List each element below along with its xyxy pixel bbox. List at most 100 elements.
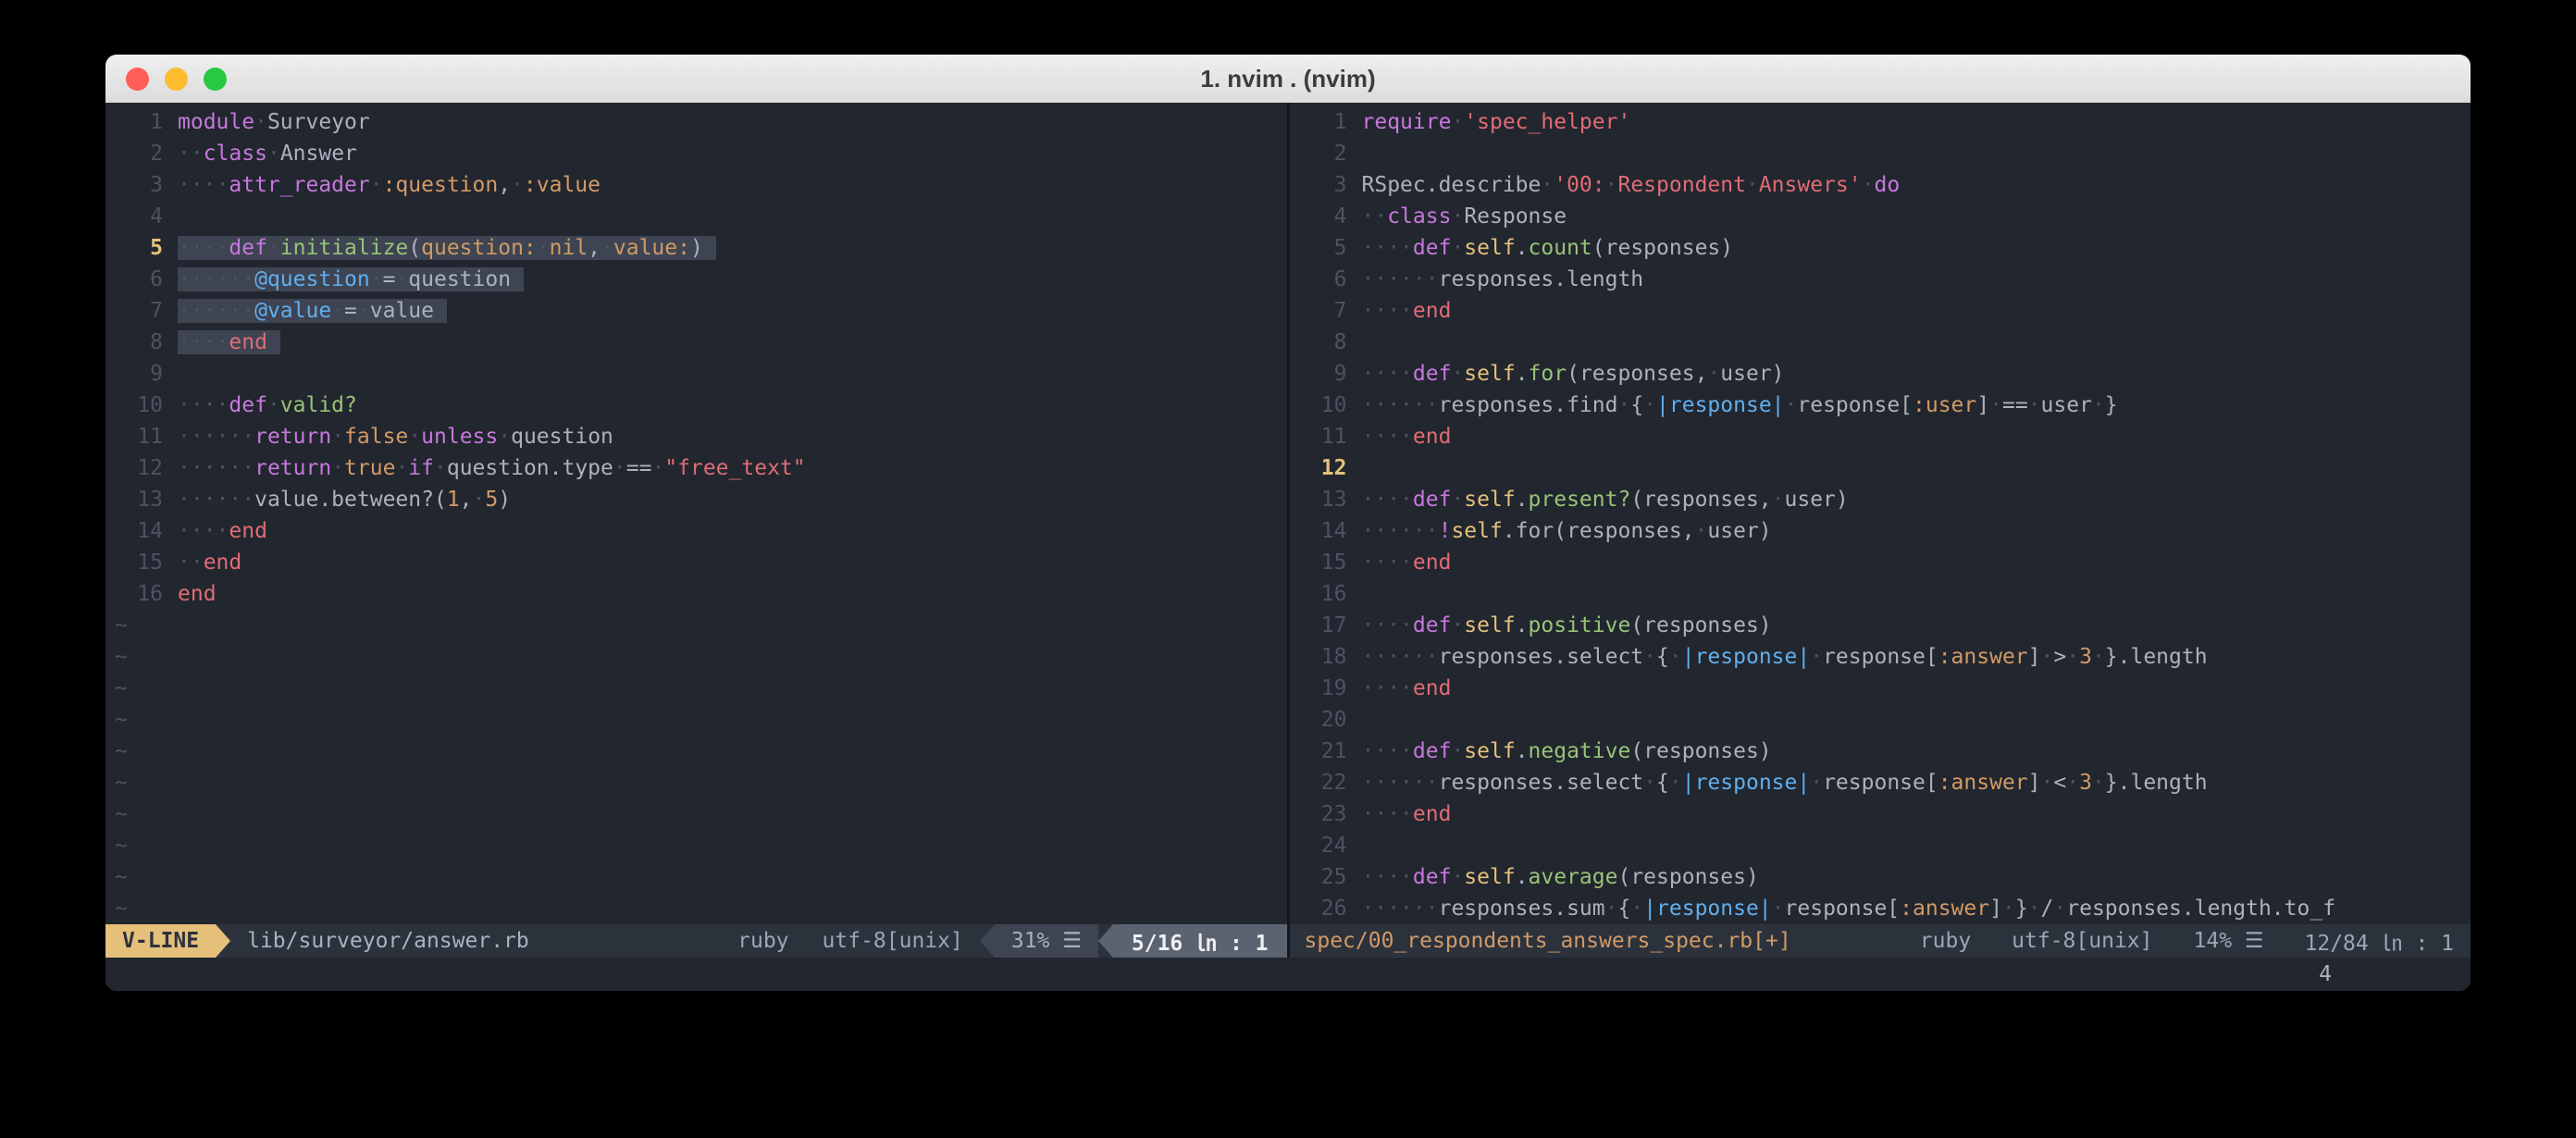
code-line[interactable]: 9	[105, 358, 1287, 390]
code-line[interactable]: 6······@question·=·question	[105, 264, 1287, 295]
code-line[interactable]: 7······@value·=·value	[105, 295, 1287, 327]
code-text: ····def·valid?	[178, 393, 357, 417]
cursor-position-left: 5/16 ㏑ : 1	[1113, 924, 1287, 958]
tilde-marker: ~	[105, 802, 128, 826]
code-line[interactable]: 4··class·Response	[1290, 201, 2471, 232]
code-line[interactable]: 7····end	[1290, 295, 2471, 327]
code-text: ······@value·=·value	[178, 299, 447, 323]
code-line[interactable]: 14······!self.for(responses,·user)	[1290, 515, 2471, 547]
code-text: ······responses.length	[1362, 267, 1644, 291]
line-number: 15	[1290, 547, 1362, 578]
line-number: 4	[105, 201, 178, 232]
code-line[interactable]: 24	[1290, 830, 2471, 861]
empty-buffer-line: ~	[105, 673, 1287, 704]
code-text: ··end	[178, 550, 242, 575]
tilde-marker: ~	[105, 708, 128, 732]
code-line[interactable]: 22······responses.select·{·|response|·re…	[1290, 767, 2471, 798]
visual-selection: ······@question·=·question	[178, 267, 524, 291]
line-number: 10	[105, 390, 178, 421]
tilde-marker: ~	[105, 771, 128, 795]
empty-buffer-line: ~	[105, 767, 1287, 798]
code-line[interactable]: 23····end	[1290, 798, 2471, 830]
code-text: require·'spec_helper'	[1362, 110, 1631, 134]
tilde-marker: ~	[105, 834, 128, 858]
command-line[interactable]: 4	[105, 958, 2471, 991]
code-line[interactable]: 1require·'spec_helper'	[1290, 106, 2471, 138]
code-text: ····def·self.positive(responses)	[1362, 613, 1772, 637]
code-line[interactable]: 26······responses.sum·{·|response|·respo…	[1290, 893, 2471, 924]
code-line[interactable]: 15··end	[105, 547, 1287, 578]
code-line[interactable]: 2	[1290, 138, 2471, 169]
traffic-lights	[126, 55, 227, 103]
minimize-button[interactable]	[165, 68, 188, 91]
line-number: 15	[105, 547, 178, 578]
empty-buffer-line: ~	[105, 861, 1287, 893]
line-number: 22	[1290, 767, 1362, 798]
code-text: ····end	[1362, 550, 1452, 575]
code-line[interactable]: 8	[1290, 327, 2471, 358]
left-pane-code[interactable]: 1module·Surveyor2··class·Answer3····attr…	[105, 103, 1290, 924]
code-line[interactable]: 25····def·self.average(responses)	[1290, 861, 2471, 893]
code-line[interactable]: 16	[1290, 578, 2471, 610]
code-line[interactable]: 21····def·self.negative(responses)	[1290, 736, 2471, 767]
line-number: 5	[105, 232, 178, 264]
empty-buffer-line: ~	[105, 798, 1287, 830]
code-line[interactable]: 10····def·valid?	[105, 390, 1287, 421]
code-line[interactable]: 15····end	[1290, 547, 2471, 578]
code-line[interactable]: 19····end	[1290, 673, 2471, 704]
code-line[interactable]: 12······return·true·if·question.type·==·…	[105, 452, 1287, 484]
code-line[interactable]: 11······return·false·unless·question	[105, 421, 1287, 452]
code-line[interactable]: 9····def·self.for(responses,·user)	[1290, 358, 2471, 390]
code-line[interactable]: 8····end	[105, 327, 1287, 358]
code-text: ······responses.find·{·|response|·respon…	[1362, 393, 2118, 417]
code-line[interactable]: 20	[1290, 704, 2471, 736]
code-line[interactable]: 10······responses.find·{·|response|·resp…	[1290, 390, 2471, 421]
code-line[interactable]: 4	[105, 201, 1287, 232]
code-text: ······return·true·if·question.type·==·"f…	[178, 456, 806, 480]
code-line[interactable]: 5····def·initialize(question:·nil,·value…	[105, 232, 1287, 264]
code-text: end	[178, 582, 217, 606]
line-number: 21	[1290, 736, 1362, 767]
filetype-left: ruby	[737, 929, 788, 953]
line-number: 5	[1290, 232, 1362, 264]
tilde-marker: ~	[105, 865, 128, 889]
right-pane-code[interactable]: 1require·'spec_helper'23RSpec.describe·'…	[1290, 103, 2471, 924]
code-line[interactable]: 17····def·self.positive(responses)	[1290, 610, 2471, 641]
line-number: 16	[1290, 578, 1362, 610]
code-line[interactable]: 3····attr_reader·:question,·:value	[105, 169, 1287, 201]
code-line[interactable]: 18······responses.select·{·|response|·re…	[1290, 641, 2471, 673]
empty-buffer-line: ~	[105, 736, 1287, 767]
code-text: ····end	[1362, 676, 1452, 700]
filetype-right: ruby	[1920, 929, 1971, 953]
scroll-percent-right: 14% ☰	[2194, 929, 2264, 953]
line-number: 8	[105, 327, 178, 358]
code-line[interactable]: 1module·Surveyor	[105, 106, 1287, 138]
line-number: 25	[1290, 861, 1362, 893]
code-line[interactable]: 3RSpec.describe·'00:·Respondent·Answers'…	[1290, 169, 2471, 201]
pending-command: 4	[2319, 958, 2332, 991]
close-button[interactable]	[126, 68, 149, 91]
zoom-button[interactable]	[204, 68, 227, 91]
visual-selection: ····def·initialize(question:·nil,·value:…	[178, 236, 716, 260]
code-line[interactable]: 12	[1290, 452, 2471, 484]
encoding-left: utf-8[unix]	[823, 929, 963, 953]
code-text: ····def·self.count(responses)	[1362, 236, 1734, 260]
line-number: 20	[1290, 704, 1362, 736]
code-line[interactable]: 11····end	[1290, 421, 2471, 452]
titlebar[interactable]: 1. nvim . (nvim)	[105, 55, 2471, 104]
tilde-marker: ~	[105, 676, 128, 700]
code-line[interactable]: 2··class·Answer	[105, 138, 1287, 169]
empty-buffer-line: ~	[105, 704, 1287, 736]
line-number: 2	[1290, 138, 1362, 169]
line-number: 9	[105, 358, 178, 390]
code-line[interactable]: 6······responses.length	[1290, 264, 2471, 295]
line-number: 11	[105, 421, 178, 452]
code-line[interactable]: 16end	[105, 578, 1287, 610]
code-line[interactable]: 14····end	[105, 515, 1287, 547]
code-line[interactable]: 5····def·self.count(responses)	[1290, 232, 2471, 264]
code-line[interactable]: 13······value.between?(1,·5)	[105, 484, 1287, 515]
code-line[interactable]: 13····def·self.present?(responses,·user)	[1290, 484, 2471, 515]
line-number: 3	[1290, 169, 1362, 201]
code-text: ····end	[1362, 299, 1452, 323]
line-number: 11	[1290, 421, 1362, 452]
